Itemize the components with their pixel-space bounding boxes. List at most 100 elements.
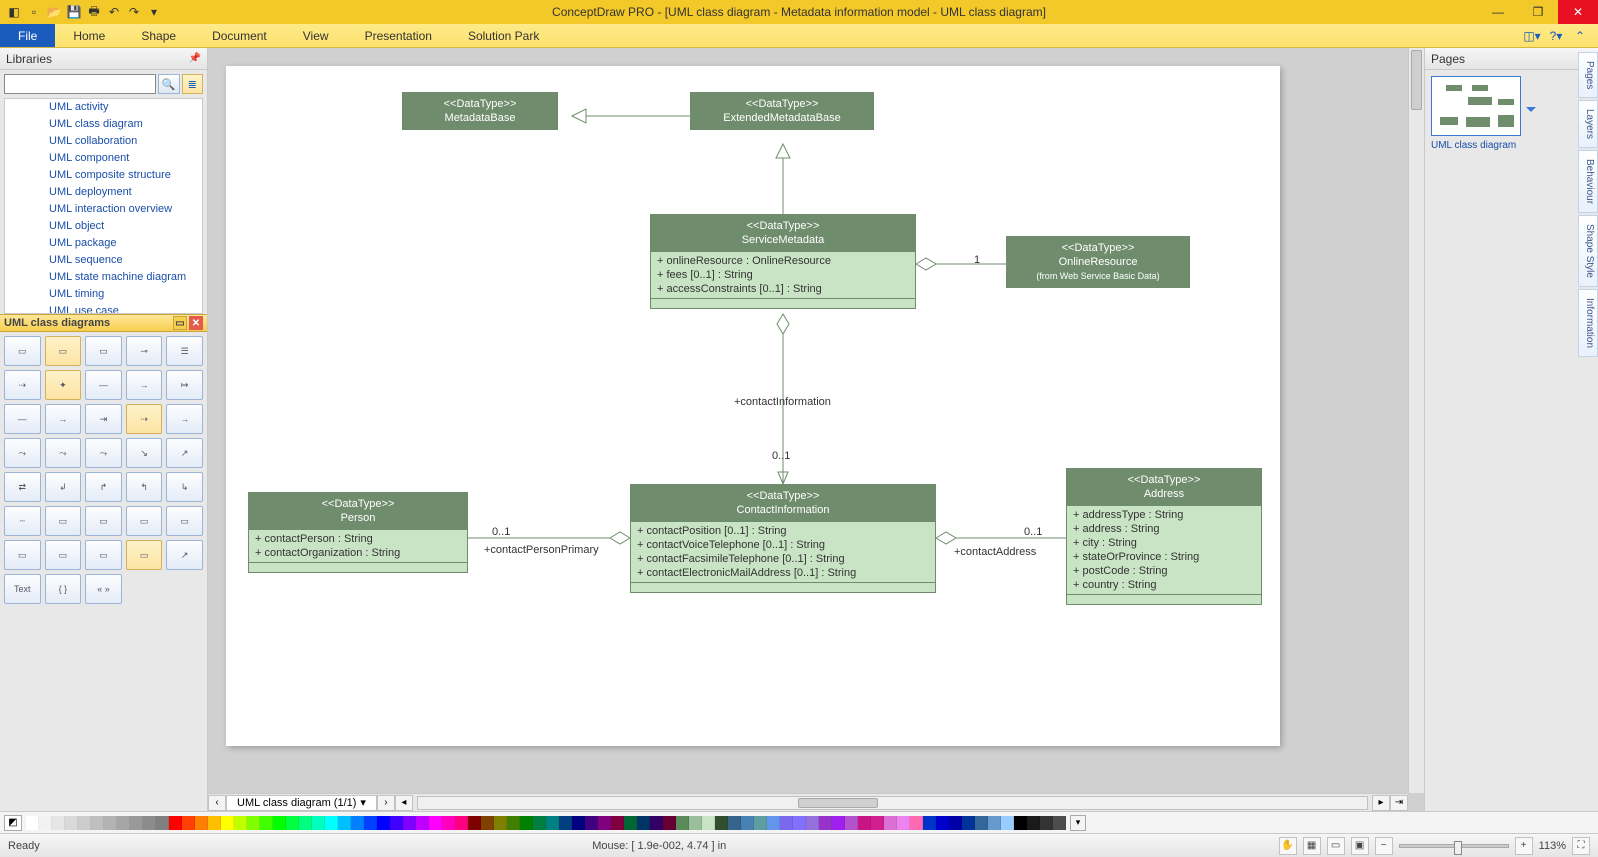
color-swatch[interactable] bbox=[130, 816, 143, 830]
color-swatch[interactable] bbox=[689, 816, 702, 830]
color-swatch[interactable] bbox=[234, 816, 247, 830]
color-swatch[interactable] bbox=[806, 816, 819, 830]
color-swatch[interactable] bbox=[559, 816, 572, 830]
shape-arrows-button[interactable]: « » bbox=[85, 574, 122, 604]
color-swatch[interactable] bbox=[377, 816, 390, 830]
class-person[interactable]: <<DataType>>Person + contactPerson : Str… bbox=[248, 492, 468, 573]
tree-item[interactable]: UML composite structure bbox=[5, 167, 202, 184]
side-tab-layers[interactable]: Layers bbox=[1578, 100, 1598, 148]
shape-item[interactable]: ↗ bbox=[166, 438, 203, 468]
tab-solution-park[interactable]: Solution Park bbox=[450, 24, 557, 47]
shape-item[interactable]: — bbox=[4, 404, 41, 434]
shape-item[interactable]: ⇢ bbox=[4, 370, 41, 400]
shape-item[interactable]: ⤳ bbox=[4, 438, 41, 468]
shape-item[interactable]: ▭ bbox=[126, 506, 163, 536]
color-swatch[interactable] bbox=[325, 816, 338, 830]
shape-item[interactable]: ⤳ bbox=[45, 438, 82, 468]
tree-item[interactable]: UML sequence bbox=[5, 252, 202, 269]
shape-item[interactable]: ↰ bbox=[126, 472, 163, 502]
shape-item[interactable]: ⊸ bbox=[126, 336, 163, 366]
color-swatch[interactable] bbox=[429, 816, 442, 830]
canvas-hscroll[interactable] bbox=[417, 796, 1368, 810]
shape-item[interactable]: ▭ bbox=[45, 336, 82, 366]
color-swatch[interactable] bbox=[962, 816, 975, 830]
color-swatch[interactable] bbox=[936, 816, 949, 830]
settings-icon[interactable]: ◫▾ bbox=[1524, 28, 1540, 44]
color-swatch[interactable] bbox=[702, 816, 715, 830]
color-swatch[interactable] bbox=[364, 816, 377, 830]
tree-item[interactable]: UML component bbox=[5, 150, 202, 167]
tree-item[interactable]: UML deployment bbox=[5, 184, 202, 201]
shape-item[interactable]: ⇢ bbox=[126, 404, 163, 434]
shape-item[interactable]: ▭ bbox=[166, 506, 203, 536]
shape-item[interactable]: ⇄ bbox=[4, 472, 41, 502]
color-swatch[interactable] bbox=[897, 816, 910, 830]
color-swatch[interactable] bbox=[533, 816, 546, 830]
open-icon[interactable]: 📂 bbox=[46, 4, 62, 20]
hscroll-left[interactable]: ◂ bbox=[395, 795, 413, 811]
color-swatch[interactable] bbox=[741, 816, 754, 830]
tree-item[interactable]: UML class diagram bbox=[5, 116, 202, 133]
tree-item[interactable]: UML interaction overview bbox=[5, 201, 202, 218]
undo-icon[interactable]: ↶ bbox=[106, 4, 122, 20]
shape-item[interactable]: → bbox=[45, 404, 82, 434]
tree-item[interactable]: UML use case bbox=[5, 303, 202, 314]
color-swatch[interactable] bbox=[611, 816, 624, 830]
file-menu-button[interactable]: File bbox=[0, 24, 55, 47]
color-swatch[interactable] bbox=[858, 816, 871, 830]
color-swatch[interactable] bbox=[299, 816, 312, 830]
new-icon[interactable]: ▫ bbox=[26, 4, 42, 20]
color-swatch[interactable] bbox=[403, 816, 416, 830]
color-picker-icon[interactable]: ◩ bbox=[4, 815, 22, 831]
color-swatch[interactable] bbox=[676, 816, 689, 830]
color-swatch[interactable] bbox=[247, 816, 260, 830]
color-swatch[interactable] bbox=[104, 816, 117, 830]
help-icon[interactable]: ?▾ bbox=[1548, 28, 1564, 44]
shape-item[interactable]: ▭ bbox=[85, 336, 122, 366]
color-swatch[interactable] bbox=[481, 816, 494, 830]
page-prev-button[interactable]: ‹ bbox=[208, 795, 226, 811]
shape-item[interactable]: ▭ bbox=[4, 540, 41, 570]
zoom-in-button[interactable]: + bbox=[1515, 837, 1533, 855]
color-swatch[interactable] bbox=[65, 816, 78, 830]
color-swatch[interactable] bbox=[546, 816, 559, 830]
color-swatch[interactable] bbox=[143, 816, 156, 830]
color-swatch[interactable] bbox=[845, 816, 858, 830]
shape-item[interactable]: ⇥ bbox=[85, 404, 122, 434]
color-swatch[interactable] bbox=[78, 816, 91, 830]
color-swatch[interactable] bbox=[312, 816, 325, 830]
color-swatch[interactable] bbox=[520, 816, 533, 830]
color-swatch[interactable] bbox=[598, 816, 611, 830]
color-swatch[interactable] bbox=[182, 816, 195, 830]
qat-dropdown-icon[interactable]: ▾ bbox=[146, 4, 162, 20]
color-swatch[interactable] bbox=[988, 816, 1001, 830]
canvas-vscroll[interactable] bbox=[1408, 48, 1424, 793]
shape-item[interactable]: ┄ bbox=[4, 506, 41, 536]
color-swatch[interactable] bbox=[1014, 816, 1027, 830]
view-button[interactable]: ✋ bbox=[1279, 837, 1297, 855]
fit-button[interactable]: ⛶ bbox=[1572, 837, 1590, 855]
shapes-menu-icon[interactable]: ▭ bbox=[173, 316, 187, 330]
minimize-button[interactable]: — bbox=[1478, 0, 1518, 24]
color-swatch[interactable] bbox=[169, 816, 182, 830]
zoom-slider[interactable] bbox=[1399, 844, 1509, 848]
class-servicemetadata[interactable]: <<DataType>>ServiceMetadata + onlineReso… bbox=[650, 214, 916, 309]
color-swatch[interactable] bbox=[572, 816, 585, 830]
color-swatch[interactable] bbox=[494, 816, 507, 830]
color-swatch[interactable] bbox=[884, 816, 897, 830]
shapes-close-icon[interactable]: ✕ bbox=[189, 316, 203, 330]
color-swatch[interactable] bbox=[637, 816, 650, 830]
color-swatch[interactable] bbox=[1053, 816, 1066, 830]
shape-item[interactable]: ▭ bbox=[126, 540, 163, 570]
page-thumbnail[interactable] bbox=[1431, 76, 1521, 136]
shape-item[interactable]: ▭ bbox=[4, 336, 41, 366]
maximize-button[interactable]: ❐ bbox=[1518, 0, 1558, 24]
tree-item[interactable]: UML package bbox=[5, 235, 202, 252]
shape-item[interactable]: ↗ bbox=[166, 540, 203, 570]
color-swatch[interactable] bbox=[52, 816, 65, 830]
view-button[interactable]: ▦ bbox=[1303, 837, 1321, 855]
color-swatch[interactable] bbox=[455, 816, 468, 830]
color-swatch[interactable] bbox=[650, 816, 663, 830]
color-swatch[interactable] bbox=[780, 816, 793, 830]
shape-item[interactable]: ▭ bbox=[45, 506, 82, 536]
